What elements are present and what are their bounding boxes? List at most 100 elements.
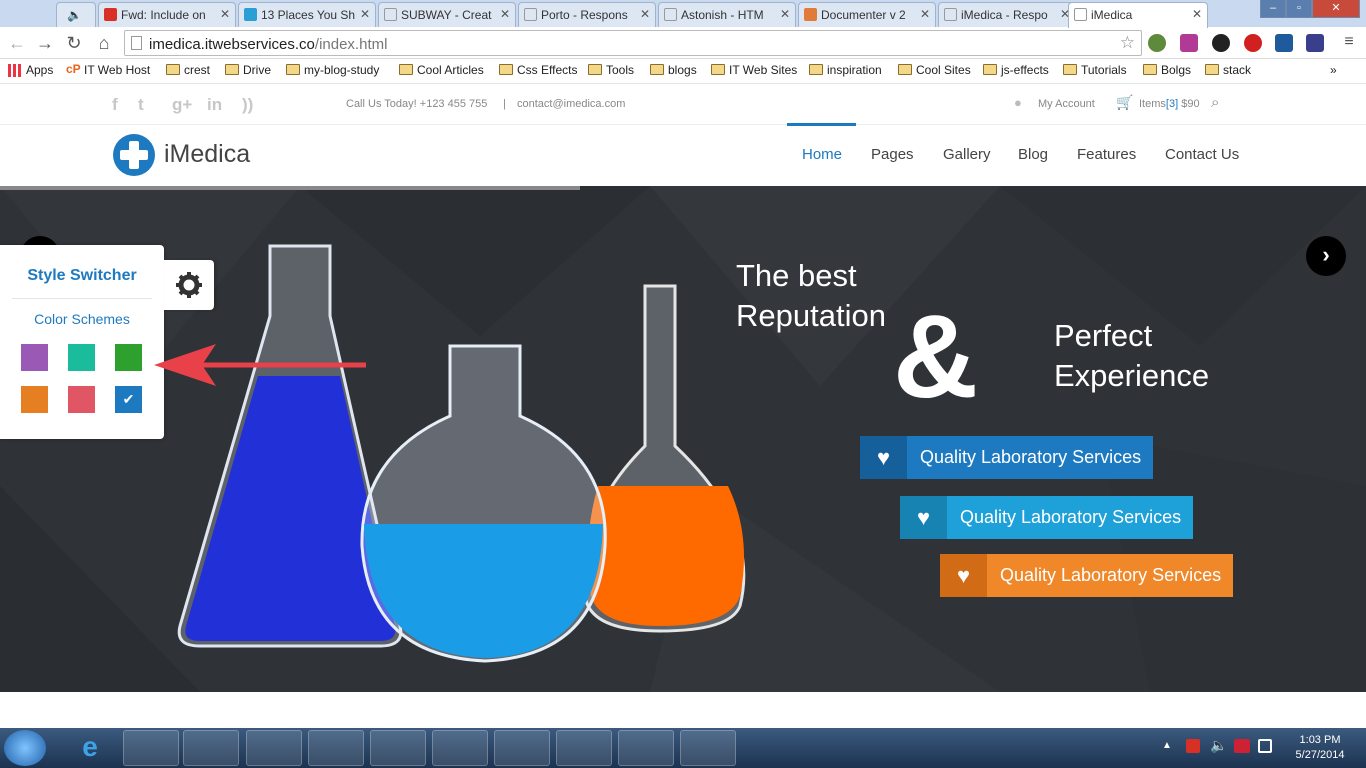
- photoshop-taskbar-icon[interactable]: [494, 730, 550, 766]
- email-link[interactable]: contact@imedica.com: [517, 98, 625, 110]
- bookmark-folder[interactable]: Tutorials: [1063, 63, 1127, 77]
- tab-close-icon[interactable]: ✕: [500, 7, 510, 21]
- tab-subway[interactable]: SUBWAY - Creat ✕: [378, 2, 516, 27]
- tray-network-icon[interactable]: [1258, 739, 1272, 753]
- tray-flag-icon[interactable]: [1234, 739, 1250, 753]
- recycle-extension-icon[interactable]: [1148, 34, 1166, 52]
- bookmark-folder[interactable]: js-effects: [983, 63, 1049, 77]
- bookmark-folder[interactable]: IT Web Sites: [711, 63, 797, 77]
- bookmark-folder[interactable]: my-blog-study: [286, 63, 379, 77]
- tab-places[interactable]: 13 Places You Sh ✕: [238, 2, 376, 27]
- bookmarks-overflow-button[interactable]: »: [1330, 63, 1337, 77]
- bookmark-folder[interactable]: blogs: [650, 63, 697, 77]
- li-extension-icon[interactable]: [1275, 34, 1293, 52]
- search-icon[interactable]: ⌕: [1211, 94, 1219, 111]
- facebook-icon[interactable]: f: [112, 95, 118, 115]
- back-button[interactable]: ←: [6, 33, 28, 54]
- bookmark-folder[interactable]: stack: [1205, 63, 1251, 77]
- stop-extension-icon[interactable]: [1244, 34, 1262, 52]
- filezilla-taskbar-icon[interactable]: [618, 730, 674, 766]
- notepad-taskbar-icon[interactable]: [183, 730, 239, 766]
- separator: |: [503, 98, 506, 110]
- start-button[interactable]: [4, 730, 46, 766]
- bookmark-it-web-host[interactable]: cP IT Web Host: [66, 62, 150, 77]
- gear-icon: [176, 272, 202, 298]
- maximize-button[interactable]: ▫: [1286, 0, 1312, 18]
- tray-volume-icon[interactable]: 🔈: [1210, 737, 1227, 754]
- home-button[interactable]: ⌂: [93, 33, 115, 54]
- twitter-icon[interactable]: t: [138, 95, 144, 115]
- style-switcher-toggle[interactable]: [164, 260, 214, 310]
- url-input[interactable]: imedica.itwebservices.co/index.html ☆: [124, 30, 1142, 56]
- swatch-green[interactable]: [115, 344, 142, 371]
- tab-porto[interactable]: Porto - Respons ✕: [518, 2, 656, 27]
- swatch-purple[interactable]: [21, 344, 48, 371]
- tab-astonish[interactable]: Astonish - HTM ✕: [658, 2, 796, 27]
- nav-pages[interactable]: Pages: [871, 146, 914, 163]
- tab-close-icon[interactable]: ✕: [360, 7, 370, 21]
- bookmark-folder[interactable]: crest: [166, 63, 210, 77]
- bookmark-folder[interactable]: Drive: [225, 63, 271, 77]
- logo-text[interactable]: iMedica: [164, 140, 250, 169]
- swatch-blue-selected[interactable]: ✔: [115, 386, 142, 413]
- rss-icon[interactable]: )): [242, 95, 253, 115]
- bookmark-folder[interactable]: Css Effects: [499, 63, 577, 77]
- skype-taskbar-icon[interactable]: [370, 730, 426, 766]
- logo-cross-icon[interactable]: [113, 134, 155, 176]
- tab-gmail[interactable]: Fwd: Include on ✕: [98, 2, 236, 27]
- sublime-taskbar-icon[interactable]: [680, 730, 736, 766]
- tab-close-icon[interactable]: ✕: [920, 7, 930, 21]
- bookmark-folder[interactable]: Cool Sites: [898, 63, 971, 77]
- service-badge-3[interactable]: ♥ Quality Laboratory Services: [940, 554, 1233, 597]
- bookmark-folder[interactable]: Tools: [588, 63, 634, 77]
- ie-taskbar-icon[interactable]: e: [62, 730, 118, 766]
- service-badge-1[interactable]: ♥ Quality Laboratory Services: [860, 436, 1153, 479]
- service-badge-2[interactable]: ♥ Quality Laboratory Services: [900, 496, 1193, 539]
- bookmark-apps[interactable]: Apps: [8, 63, 53, 77]
- sticky-notes-taskbar-icon[interactable]: [308, 730, 364, 766]
- reload-button[interactable]: ↻: [63, 33, 85, 54]
- nav-gallery[interactable]: Gallery: [943, 146, 991, 163]
- bookmark-folder[interactable]: inspiration: [809, 63, 882, 77]
- app-taskbar-icon[interactable]: [432, 730, 488, 766]
- explorer-taskbar-icon[interactable]: [123, 730, 179, 766]
- close-window-button[interactable]: ✕: [1312, 0, 1360, 18]
- tab-imedica-responsive[interactable]: iMedica - Respo ✕: [938, 2, 1076, 27]
- hero-heading-perfect: Perfect Experience: [1054, 318, 1210, 393]
- star-icon[interactable]: ☆: [1120, 33, 1135, 53]
- tab-close-icon[interactable]: ✕: [780, 7, 790, 21]
- nav-contact-us[interactable]: Contact Us: [1165, 146, 1239, 163]
- folder-icon: [711, 64, 725, 75]
- swatch-red[interactable]: [68, 386, 95, 413]
- tab-close-icon[interactable]: ✕: [220, 7, 230, 21]
- slider-next-button[interactable]: ›: [1306, 236, 1346, 276]
- tray-up-arrow-icon[interactable]: ▲: [1162, 740, 1172, 751]
- folder-icon: [1063, 64, 1077, 75]
- tab-documenter[interactable]: Documenter v 2 ✕: [798, 2, 936, 27]
- linkedin-icon[interactable]: in: [207, 95, 222, 115]
- colorpicker-extension-icon[interactable]: [1212, 34, 1230, 52]
- tab-volume[interactable]: 🔈: [56, 2, 96, 27]
- phone-extension-icon[interactable]: [1180, 34, 1198, 52]
- nav-blog[interactable]: Blog: [1018, 146, 1048, 163]
- tray-gmail-icon[interactable]: [1186, 739, 1200, 753]
- tab-imedica-active[interactable]: iMedica ✕: [1068, 2, 1208, 28]
- bookmark-folder[interactable]: Bolgs: [1143, 63, 1191, 77]
- tab-close-icon[interactable]: ✕: [640, 7, 650, 21]
- ie-tab-extension-icon[interactable]: [1306, 34, 1324, 52]
- tab-close-icon[interactable]: ✕: [1192, 7, 1202, 21]
- cart-link[interactable]: Items[3] $90: [1139, 98, 1200, 110]
- google-plus-icon[interactable]: g+: [172, 95, 192, 115]
- swatch-teal[interactable]: [68, 344, 95, 371]
- bookmark-folder[interactable]: Cool Articles: [399, 63, 484, 77]
- swatch-orange[interactable]: [21, 386, 48, 413]
- chrome-taskbar-icon[interactable]: [246, 730, 302, 766]
- forward-button[interactable]: →: [34, 33, 56, 54]
- nav-home[interactable]: Home: [802, 146, 842, 163]
- nav-features[interactable]: Features: [1077, 146, 1136, 163]
- system-clock[interactable]: 1:03 PM 5/27/2014: [1280, 733, 1360, 763]
- menu-icon[interactable]: ≡: [1338, 33, 1360, 51]
- minimize-button[interactable]: –: [1260, 0, 1286, 18]
- my-account-link[interactable]: My Account: [1038, 98, 1095, 110]
- word-taskbar-icon[interactable]: [556, 730, 612, 766]
